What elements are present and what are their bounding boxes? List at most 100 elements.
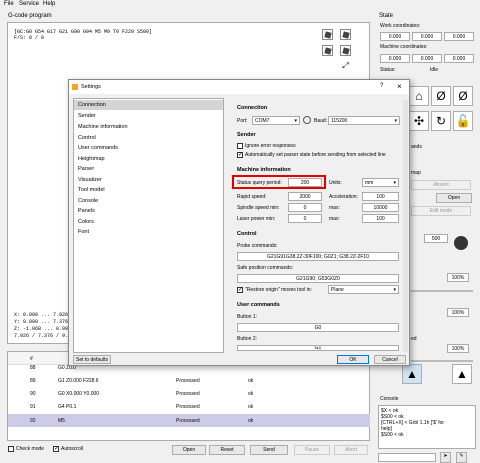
settings-dialog: Settings ? × Connection Sender Machine i… <box>68 79 410 366</box>
set-defaults-button[interactable]: Set to defaults <box>73 355 111 364</box>
send-button[interactable]: Send <box>250 445 288 455</box>
nav-item-control[interactable]: Control <box>78 135 96 141</box>
nav-item-connection[interactable]: Connection <box>74 100 223 110</box>
jog-up-icon[interactable]: ▲ <box>402 364 422 384</box>
laser-min-input[interactable]: 0 <box>288 214 322 223</box>
spindle-max-input[interactable]: 10000 <box>362 203 399 212</box>
menu-service[interactable]: Service <box>19 1 39 7</box>
console-clear-icon[interactable]: ✎ <box>456 452 467 463</box>
rapid-speed-input[interactable]: 2000 <box>288 192 322 201</box>
nav-item-colors[interactable]: Colors <box>78 219 94 225</box>
highlight-box <box>232 175 326 189</box>
home-icon[interactable]: ⌂ <box>409 86 429 106</box>
user-commands-section-title: User commands <box>237 302 280 308</box>
console-output[interactable]: $X < ok $S00 < ok [CTRL+X] < Grbl 1.1h [… <box>378 405 476 449</box>
nav-item-heightmap[interactable]: Heightmap <box>78 156 105 162</box>
nav-item-panels[interactable]: Panels <box>78 208 95 214</box>
view-iso-icon[interactable] <box>340 45 351 56</box>
view-top-icon[interactable] <box>322 29 333 40</box>
nav-item-parser[interactable]: Parser <box>78 166 94 172</box>
abort-button[interactable]: Abort <box>334 445 368 455</box>
status-value: Idle <box>430 67 439 73</box>
baud-label: Baud: <box>314 118 328 124</box>
autoscroll-checkbox[interactable] <box>53 445 59 452</box>
table-row-selected[interactable]: 92 M5 Processed ok <box>8 414 370 427</box>
acceleration-label: Acceleration: <box>329 194 358 200</box>
menu-help[interactable]: Help <box>43 1 55 7</box>
restore-origin-icon[interactable]: ✣ <box>409 111 429 131</box>
nav-item-console[interactable]: Console <box>78 198 98 204</box>
table-row[interactable]: 90 G0 X0.000 Y0.000 Processed ok <box>8 387 370 400</box>
nav-item-tool-model[interactable]: Tool model <box>78 187 105 193</box>
close-icon[interactable]: × <box>397 82 402 91</box>
status-label: Status: <box>380 67 396 73</box>
nav-item-sender[interactable]: Sender <box>78 113 96 119</box>
cancel-button[interactable]: Cancel <box>374 355 406 364</box>
console-send-icon[interactable]: ➤ <box>440 452 451 463</box>
laser-max-input[interactable]: 100 <box>362 214 399 223</box>
units-label: Units: <box>329 180 342 186</box>
help-icon[interactable]: ? <box>380 83 383 89</box>
dialog-titlebar: Settings ? × <box>69 80 409 94</box>
port-select[interactable]: COM7 <box>252 116 300 125</box>
ignore-errors-label: Ignore error responses <box>245 143 296 149</box>
zero-xy-icon[interactable]: Ø <box>431 86 451 106</box>
menu-file[interactable]: File <box>4 1 14 7</box>
zero-z-icon[interactable]: Ø <box>453 86 473 106</box>
nav-item-machine-information[interactable]: Machine information <box>78 124 128 130</box>
pause-button[interactable]: Pause <box>294 445 330 455</box>
control-section-title: Control <box>237 231 257 237</box>
acceleration-input[interactable]: 100 <box>362 192 399 201</box>
autoscroll-label: Autoscroll <box>61 446 83 452</box>
heightmap-absent-button[interactable]: Absent <box>411 180 471 190</box>
settings-nav[interactable]: Connection Sender Machine information Co… <box>73 98 224 353</box>
dialog-title: Settings <box>81 84 101 90</box>
refresh-ports-icon[interactable] <box>303 116 311 124</box>
spindle-slider[interactable] <box>411 360 473 362</box>
laser-min-label: Laser power min: <box>237 216 276 222</box>
restore-origin-select[interactable]: Plane <box>328 285 399 294</box>
zoom-fit-icon[interactable]: ⤢ <box>340 60 351 71</box>
table-row[interactable]: 91 G4 P0.1 Processed ok <box>8 400 370 413</box>
settings-scrollbar[interactable] <box>403 100 408 352</box>
auto-parser-checkbox[interactable] <box>237 151 243 158</box>
spindle-min-label: Spindle speed min: <box>237 205 280 211</box>
table-row[interactable]: 89 G1 Z0.000 F228.6 Processed ok <box>8 374 370 387</box>
machine-y: 0.000 <box>412 54 442 63</box>
rapid-override-input[interactable]: 100% <box>447 308 469 317</box>
baud-select[interactable]: 115200 <box>328 116 400 125</box>
spindle-icon[interactable] <box>454 236 468 250</box>
rapid-speed-label: Rapid speed: <box>237 194 267 200</box>
nav-item-visualizer[interactable]: Visualizer <box>78 177 102 183</box>
button2-input[interactable]: G1 <box>237 345 399 351</box>
jog-z-up-icon[interactable]: ▲ <box>452 364 472 384</box>
machine-section-title: Machine information <box>237 167 291 173</box>
heightmap-open-button[interactable]: Open <box>436 193 472 203</box>
restore-origin-checkbox[interactable] <box>237 286 243 293</box>
console-input[interactable] <box>378 453 436 462</box>
feed-override-input[interactable]: 100% <box>447 273 469 282</box>
reset-button[interactable]: Reset <box>209 445 245 455</box>
restore-origin-label: "Restore origin" moves tool in: <box>245 287 312 293</box>
view-left-icon[interactable] <box>322 45 333 56</box>
safe-position-input[interactable]: G21G90; G53G0Z0 <box>237 274 399 283</box>
edit-mode-button[interactable]: Edit mode <box>411 206 471 216</box>
spindle-min-input[interactable]: 0 <box>288 203 322 212</box>
open-button[interactable]: Open <box>172 445 206 455</box>
spindle-override-input[interactable]: 100% <box>447 344 469 353</box>
spindle-speed-input[interactable]: 500 <box>424 234 448 243</box>
ok-button[interactable]: OK <box>337 355 369 364</box>
button1-input[interactable]: G0 <box>237 323 399 332</box>
nav-item-font[interactable]: Font <box>78 229 89 235</box>
probe-commands-input[interactable]: G21G91G38.2Z-30F100; G0Z1; G38.2Z-2F10 <box>237 252 399 261</box>
unlock-icon[interactable]: 🔓 <box>453 111 473 131</box>
feed-slider[interactable] <box>411 290 473 292</box>
nav-item-user-commands[interactable]: User commands <box>78 145 118 151</box>
reset-icon[interactable]: ↻ <box>431 111 451 131</box>
units-select[interactable]: mm <box>362 178 399 187</box>
probe-commands-label: Probe commands: <box>237 243 278 249</box>
ignore-errors-checkbox[interactable] <box>237 143 243 149</box>
view-front-icon[interactable] <box>340 29 351 40</box>
check-mode-checkbox[interactable] <box>8 446 14 452</box>
machine-x: 0.000 <box>380 54 410 63</box>
